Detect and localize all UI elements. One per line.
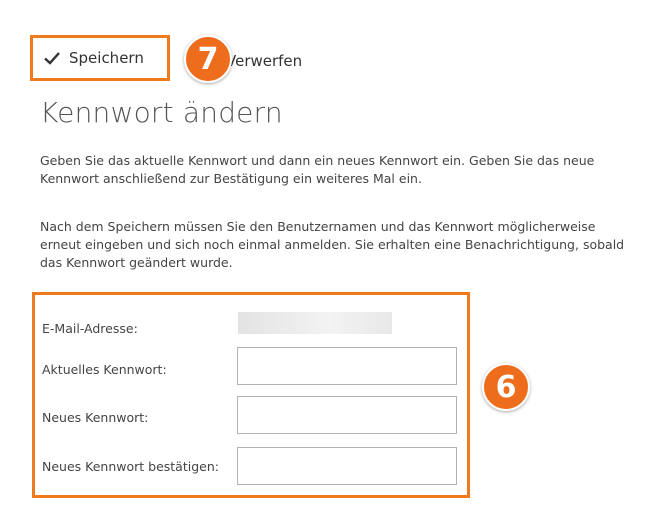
current-password-field[interactable] [237, 347, 457, 385]
step-7-callout: 7 [184, 35, 232, 83]
save-button-label: Speichern [69, 49, 144, 67]
new-password-field[interactable] [237, 396, 457, 434]
new-password-label: Neues Kennwort: [42, 410, 149, 425]
email-value-redacted [238, 312, 392, 334]
email-label: E-Mail-Adresse: [42, 321, 138, 336]
step-6-callout: 6 [482, 363, 530, 411]
check-icon [43, 49, 61, 67]
discard-button-label: Verwerfen [226, 52, 303, 70]
confirm-password-label: Neues Kennwort bestätigen: [42, 459, 219, 474]
intro-text-relogin: Nach dem Speichern müssen Sie den Benutz… [40, 219, 625, 270]
save-button[interactable]: Speichern [30, 35, 170, 81]
current-password-label: Aktuelles Kennwort: [42, 362, 167, 377]
page-title: Kennwort ändern [40, 96, 283, 129]
confirm-password-field[interactable] [237, 447, 457, 485]
intro-text: Geben Sie das aktuelle Kennwort und dann… [40, 153, 595, 186]
